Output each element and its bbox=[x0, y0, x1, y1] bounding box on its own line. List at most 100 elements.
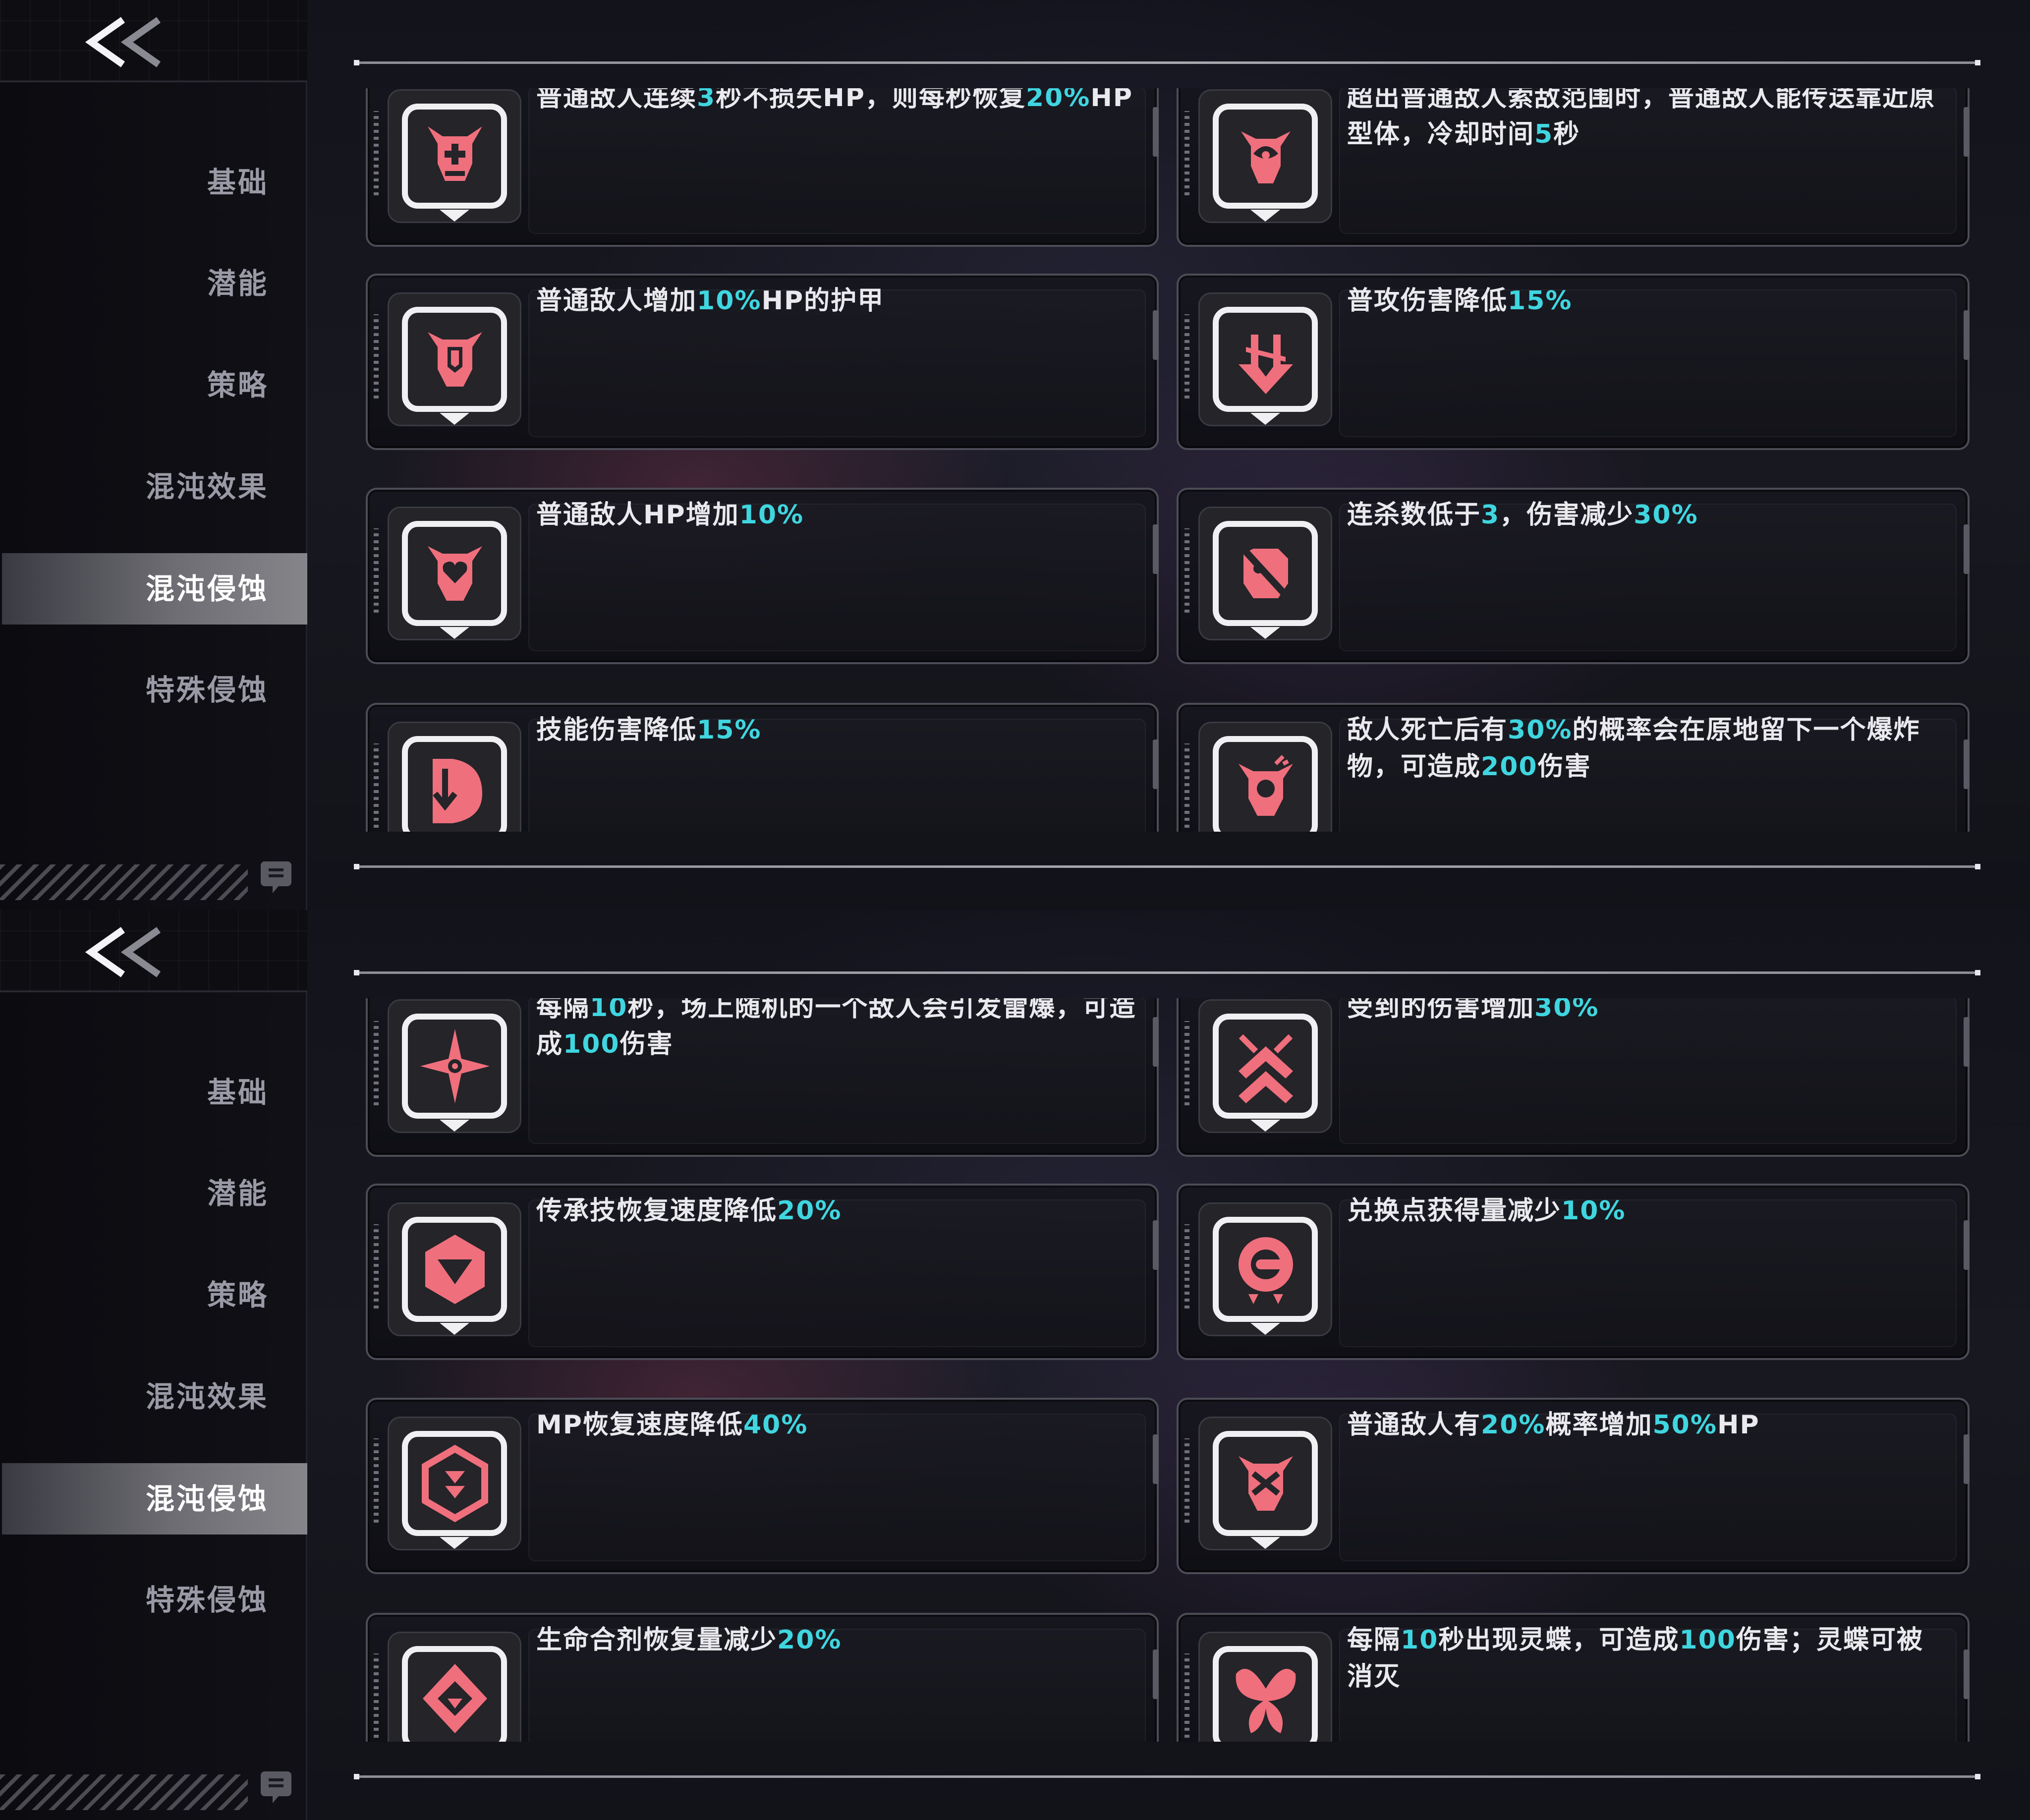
icon-box bbox=[388, 999, 521, 1133]
erosion-card[interactable]: 兑换点获得量减少10% bbox=[1177, 1184, 1970, 1360]
nav-item-1[interactable]: 潜能 bbox=[0, 248, 307, 319]
icon-box bbox=[1198, 722, 1332, 832]
back-button[interactable] bbox=[84, 15, 169, 69]
card-description: 传承技恢复速度降低20% bbox=[536, 1193, 1137, 1229]
highlight-value: 3 bbox=[1481, 500, 1500, 530]
nav-item-5[interactable]: 特殊侵蚀 bbox=[0, 654, 307, 726]
erosion-card[interactable]: 传承技恢复速度降低20% bbox=[366, 1184, 1159, 1360]
erosion-card[interactable]: 技能伤害降低15% bbox=[366, 703, 1159, 832]
description-text: ，伤害减少 bbox=[1500, 500, 1634, 530]
back-button[interactable] bbox=[84, 925, 169, 979]
highlight-value: 20% bbox=[1481, 1410, 1546, 1440]
description-text: 技能伤害降低 bbox=[536, 715, 697, 745]
back-bar bbox=[0, 910, 307, 992]
icon-box bbox=[388, 292, 521, 426]
icon-box bbox=[1198, 89, 1332, 223]
skull-slash-icon bbox=[1236, 541, 1296, 606]
highlight-value: 5 bbox=[1534, 119, 1554, 149]
erosion-card[interactable]: 普通敌人增加10%HP的护甲 bbox=[366, 274, 1159, 450]
card-description: 普通敌人连续3秒不损失HP，则每秒恢复20%HP bbox=[536, 88, 1137, 116]
double-chevron-left-icon bbox=[85, 17, 161, 67]
card-description: 受到的伤害增加30% bbox=[1347, 998, 1948, 1026]
nav-item-2[interactable]: 策略 bbox=[0, 349, 307, 421]
description-text: 超出普通敌人索敌范围时，普通敌人能传送靠近原型体，冷却时间 bbox=[1347, 88, 1936, 149]
nav-item-0[interactable]: 基础 bbox=[0, 1057, 307, 1128]
description-text: 伤害 bbox=[620, 1029, 674, 1059]
down-arrow-strike-icon bbox=[1239, 335, 1293, 394]
highlight-value: 100 bbox=[563, 1029, 620, 1059]
highlight-value: 30% bbox=[1634, 500, 1698, 530]
nav-item-5[interactable]: 特殊侵蚀 bbox=[0, 1564, 307, 1636]
description-text: 秒不损失HP，则每秒恢复 bbox=[716, 88, 1026, 113]
card-description: MP恢复速度降低40% bbox=[536, 1407, 1137, 1443]
erosion-card[interactable]: 每隔10秒，场上随机的一个敌人会引发雷爆，可造成100伤害 bbox=[366, 998, 1159, 1157]
erosion-card[interactable]: 连杀数低于3，伤害减少30% bbox=[1177, 488, 1970, 664]
nav-item-2[interactable]: 策略 bbox=[0, 1259, 307, 1331]
card-description: 每隔10秒，场上随机的一个敌人会引发雷爆，可造成100伤害 bbox=[536, 998, 1137, 1063]
erosion-card[interactable]: 普通敌人有20%概率增加50%HP bbox=[1177, 1398, 1970, 1574]
card-description: 兑换点获得量减少10% bbox=[1347, 1193, 1948, 1229]
description-text: HP bbox=[1090, 88, 1133, 113]
erosion-card[interactable]: 受到的伤害增加30% bbox=[1177, 998, 1970, 1157]
highlight-value: 10 bbox=[590, 998, 628, 1023]
description-text: 普通敌人有 bbox=[1347, 1410, 1481, 1440]
star-burst-icon bbox=[420, 1029, 490, 1103]
description-text: 秒出现灵蝶，可造成 bbox=[1438, 1625, 1680, 1655]
hatch-decoration bbox=[0, 864, 248, 900]
card-description: 普通敌人增加10%HP的护甲 bbox=[536, 283, 1137, 319]
highlight-value: 20% bbox=[777, 1196, 842, 1226]
highlight-value: 15% bbox=[697, 715, 762, 745]
erosion-card[interactable]: 普通敌人连续3秒不损失HP，则每秒恢复20%HP bbox=[366, 88, 1159, 247]
icon-box bbox=[1198, 292, 1332, 426]
info-badge-icon[interactable] bbox=[259, 1766, 293, 1806]
nav-item-3[interactable]: 混沌效果 bbox=[0, 1361, 307, 1432]
description-text: 连杀数低于 bbox=[1347, 500, 1481, 530]
icon-box bbox=[388, 722, 521, 832]
frame-line-bottom bbox=[354, 1774, 1980, 1779]
description-text: HP bbox=[1717, 1410, 1760, 1440]
highlight-value: 10% bbox=[1561, 1196, 1626, 1226]
nav-item-4[interactable]: 混沌侵蚀 bbox=[2, 553, 307, 625]
mp-hexagon-icon bbox=[422, 1444, 488, 1523]
erosion-card[interactable]: 生命合剂恢复量减少20% bbox=[366, 1613, 1159, 1742]
info-badge-icon[interactable] bbox=[259, 856, 293, 896]
erosion-card[interactable]: 每隔10秒出现灵蝶，可造成100伤害；灵蝶可被消灭 bbox=[1177, 1613, 1970, 1742]
card-list[interactable]: 每隔10秒，场上随机的一个敌人会引发雷爆，可造成100伤害 受到的伤害增加30%… bbox=[355, 998, 1979, 1742]
erosion-card[interactable]: 普通敌人HP增加10% bbox=[366, 488, 1159, 664]
icon-box bbox=[388, 1417, 521, 1550]
icon-box bbox=[388, 1632, 521, 1742]
exchange-point-icon bbox=[1239, 1237, 1293, 1304]
highlight-value: 3 bbox=[697, 88, 716, 113]
icon-box bbox=[1198, 1417, 1332, 1550]
description-text: HP的护甲 bbox=[761, 286, 885, 316]
description-text: 秒 bbox=[1553, 119, 1580, 149]
erosion-card[interactable]: 超出普通敌人索敌范围时，普通敌人能传送靠近原型体，冷却时间5秒 bbox=[1177, 88, 1970, 247]
highlight-value: 20% bbox=[777, 1625, 842, 1655]
description-text: 每隔 bbox=[1347, 1625, 1401, 1655]
erosion-card[interactable]: 普攻伤害降低15% bbox=[1177, 274, 1970, 450]
hexagon-down-icon bbox=[425, 1235, 485, 1304]
card-list[interactable]: 普通敌人连续3秒不损失HP，则每秒恢复20%HP 超出普通敌人索敌范围时，普通敌… bbox=[355, 88, 1979, 832]
highlight-value: 10% bbox=[697, 286, 762, 316]
description-text: 普通敌人增加 bbox=[536, 286, 697, 316]
description-text: 概率增加 bbox=[1545, 1410, 1653, 1440]
potion-down-icon bbox=[423, 1664, 487, 1733]
nav-item-3[interactable]: 混沌效果 bbox=[0, 451, 307, 522]
erosion-card[interactable]: MP恢复速度降低40% bbox=[366, 1398, 1159, 1574]
nav-item-4[interactable]: 混沌侵蚀 bbox=[2, 1463, 307, 1535]
nav-item-0[interactable]: 基础 bbox=[0, 147, 307, 218]
highlight-value: 15% bbox=[1508, 286, 1573, 316]
highlight-value: 30% bbox=[1508, 715, 1573, 745]
highlight-value: 30% bbox=[1534, 998, 1599, 1023]
description-text: MP恢复速度降低 bbox=[536, 1410, 743, 1440]
frame-line-top bbox=[354, 970, 1980, 975]
highlight-value: 20% bbox=[1025, 88, 1091, 113]
icon-box bbox=[1198, 1202, 1332, 1336]
back-bar bbox=[0, 0, 307, 82]
nav-item-1[interactable]: 潜能 bbox=[0, 1158, 307, 1229]
sidebar: 基础潜能策略混沌效果混沌侵蚀特殊侵蚀 bbox=[0, 0, 307, 910]
skull-swirl-icon bbox=[1241, 131, 1291, 183]
frame-line-bottom bbox=[354, 864, 1980, 869]
erosion-card[interactable]: 敌人死亡后有30%的概率会在原地留下一个爆炸物，可造成200伤害 bbox=[1177, 703, 1970, 832]
description-text: 受到的伤害增加 bbox=[1347, 998, 1535, 1023]
